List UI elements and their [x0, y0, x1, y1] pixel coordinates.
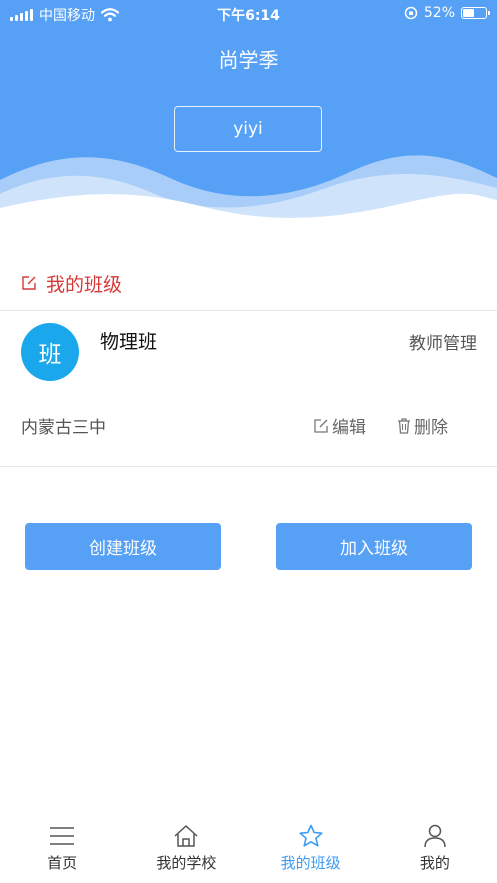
app-title: 尚学季 — [218, 48, 279, 72]
status-bar: 中国移动 下午6:14 52% — [0, 0, 497, 28]
tab-mine[interactable]: 我的 — [373, 818, 497, 883]
section-header: 我的班级 — [0, 256, 497, 311]
edit-icon — [314, 418, 328, 433]
star-icon — [299, 824, 323, 847]
tab-label: 我的班级 — [280, 854, 341, 872]
tab-label: 首页 — [47, 854, 78, 872]
tab-my-school[interactable]: 我的学校 — [124, 818, 248, 883]
header-banner: 中国移动 下午6:14 52% 尚学季 yiyi — [0, 0, 497, 230]
trash-icon — [398, 417, 410, 434]
delete-button[interactable]: 删除 — [396, 413, 448, 438]
create-class-button[interactable]: 创建班级 — [25, 523, 221, 570]
tab-label: 我的 — [419, 854, 450, 872]
join-class-button[interactable]: 加入班级 — [276, 523, 472, 570]
battery-percent: 52% — [423, 5, 455, 21]
school-name: 内蒙古三中 — [21, 418, 106, 438]
edit-label: 编辑 — [332, 418, 366, 438]
delete-label: 删除 — [414, 418, 448, 438]
menu-icon — [50, 827, 75, 845]
battery-icon — [461, 7, 490, 19]
class-card[interactable]: 班 物理班 教师管理 内蒙古三中 编辑 删除 — [0, 311, 497, 467]
edit-square-icon — [22, 276, 36, 290]
tab-label: 我的学校 — [156, 854, 217, 872]
tab-home[interactable]: 首页 — [0, 818, 124, 883]
home-icon — [174, 824, 198, 847]
class-name: 物理班 — [100, 331, 158, 353]
class-role: 教师管理 — [409, 334, 477, 354]
edit-button[interactable]: 编辑 — [312, 413, 366, 438]
username-box[interactable]: yiyi — [174, 106, 322, 152]
tab-bar: 首页 我的学校 我的班级 我的 — [0, 818, 497, 883]
user-icon — [424, 824, 446, 848]
section-title: 我的班级 — [46, 273, 123, 296]
class-avatar: 班 — [21, 323, 79, 381]
tab-my-class[interactable]: 我的班级 — [249, 818, 373, 883]
orientation-lock-icon — [404, 6, 418, 20]
wave-decoration — [0, 155, 497, 230]
